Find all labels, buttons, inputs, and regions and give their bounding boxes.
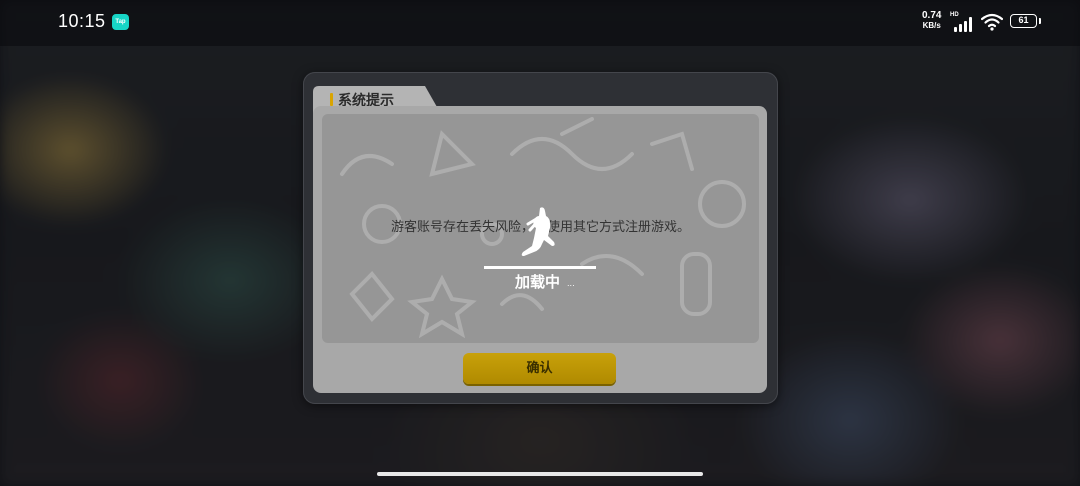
loading-text: 加载中	[515, 273, 561, 291]
confirm-button[interactable]: 确认	[463, 353, 616, 384]
network-type-label: HD	[950, 12, 959, 18]
signal-icon: HD	[950, 12, 974, 32]
loading-line	[484, 266, 596, 269]
battery-tip	[1039, 18, 1041, 24]
tap-app-icon: Tap	[112, 14, 129, 30]
status-bar	[0, 0, 1080, 46]
network-speed: 0.74 KB/s	[922, 11, 941, 31]
network-speed-unit: KB/s	[922, 21, 941, 30]
battery-icon: 61	[1010, 14, 1037, 28]
status-time: 10:15	[58, 11, 106, 31]
wifi-icon	[981, 13, 1003, 31]
title-accent-mark	[330, 93, 333, 106]
network-speed-value: 0.74	[922, 10, 942, 21]
loading-dots: ...	[567, 279, 575, 288]
running-character-icon	[521, 207, 555, 256]
home-indicator[interactable]	[377, 472, 703, 476]
